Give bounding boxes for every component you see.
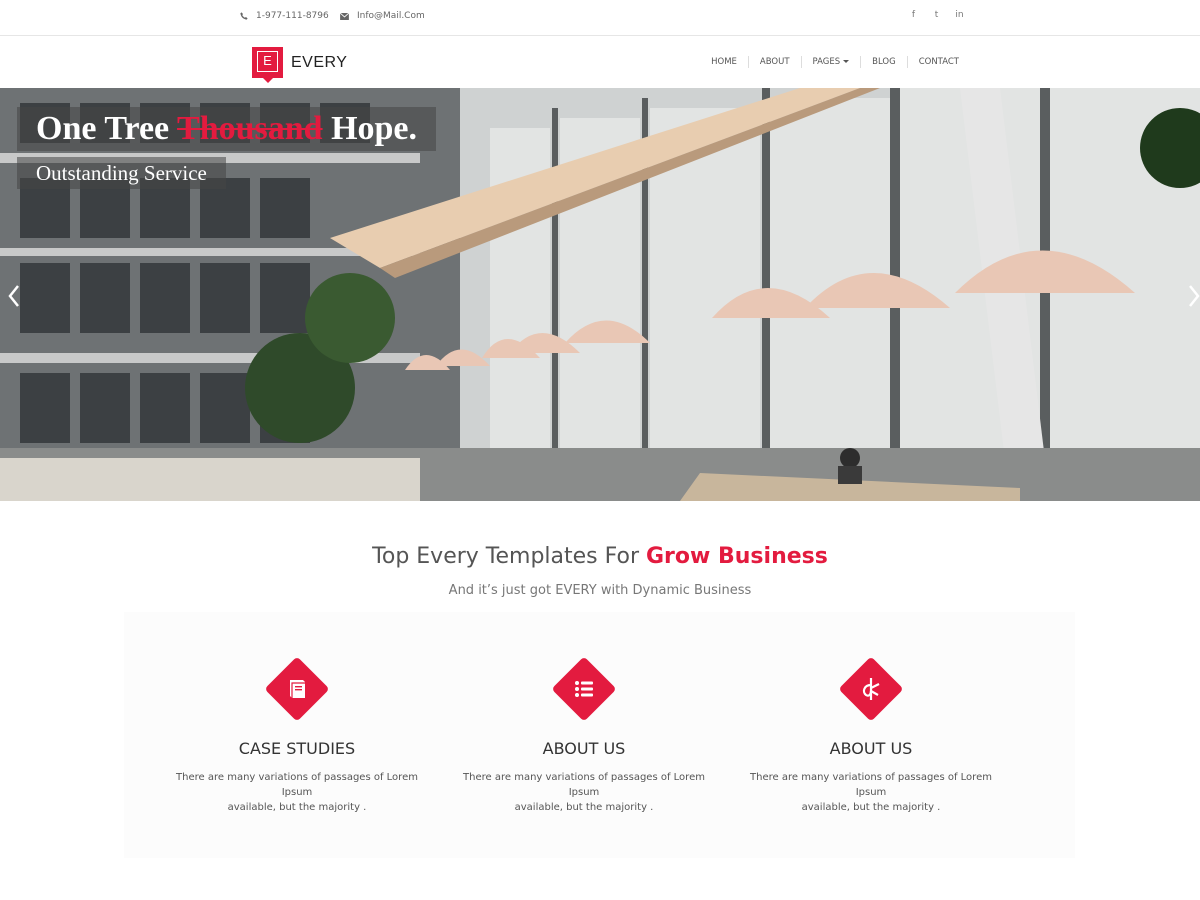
twitter-icon[interactable]: t xyxy=(932,10,941,20)
email-contact[interactable]: Info@Mail.Com xyxy=(340,11,425,21)
chevron-right-icon xyxy=(1189,285,1200,307)
list-icon xyxy=(575,681,593,697)
nav-item-pages-label: PAGES xyxy=(812,57,841,67)
feature-description: There are many variations of passages of… xyxy=(738,770,1004,815)
brand-logo[interactable]: E EVERY xyxy=(252,47,348,83)
nav-item-contact[interactable]: CONTACT xyxy=(906,56,970,68)
feature-icon-badge xyxy=(551,656,617,722)
section-title-plain: Top Every Templates For xyxy=(372,544,646,569)
feature-description: There are many variations of passages of… xyxy=(451,770,717,815)
features-section: CASE STUDIES There are many variations o… xyxy=(124,612,1075,858)
book-icon xyxy=(290,680,305,698)
main-navbar: E EVERY HOME ABOUT PAGES BLOG CONTACT xyxy=(0,37,1200,88)
feature-icon-badge xyxy=(838,656,904,722)
envelope-icon xyxy=(340,12,349,20)
section-title: Top Every Templates For Grow Business xyxy=(0,544,1200,569)
nav-item-blog[interactable]: BLOG xyxy=(860,56,907,68)
feature-description-line-2: available, but the majority . xyxy=(514,802,654,813)
social-links: f t in xyxy=(909,10,964,20)
feature-description-line-1: There are many variations of passages of… xyxy=(463,772,705,798)
nav-item-pages[interactable]: PAGES xyxy=(800,56,861,68)
feature-description-line-1: There are many variations of passages of… xyxy=(176,772,418,798)
linkedin-icon[interactable]: in xyxy=(955,10,964,20)
section-subtitle: And it’s just got EVERY with Dynamic Bus… xyxy=(448,583,752,598)
section-title-accent: Grow Business xyxy=(646,544,828,569)
opencart-icon xyxy=(862,678,880,700)
hero-title-accent: Thousand xyxy=(177,110,323,147)
email-address[interactable]: Info@Mail.Com xyxy=(357,11,425,21)
feature-description-line-1: There are many variations of passages of… xyxy=(750,772,992,798)
feature-title: ABOUT US xyxy=(542,739,626,758)
feature-description-line-2: available, but the majority . xyxy=(801,802,941,813)
brand-name: EVERY xyxy=(291,53,348,71)
feature-description-line-2: available, but the majority . xyxy=(227,802,367,813)
feature-title: CASE STUDIES xyxy=(238,739,356,758)
slider-next-button[interactable] xyxy=(1186,284,1200,308)
feature-icon-badge xyxy=(264,656,330,722)
nav-menu: HOME ABOUT PAGES BLOG CONTACT xyxy=(700,56,970,68)
phone-contact: 1-977-111-8796 xyxy=(240,11,329,21)
logo-icon: E xyxy=(252,47,283,83)
hero-title-start: One Tree xyxy=(36,110,178,147)
hero-title: One Tree Thousand Hope. xyxy=(17,107,437,151)
intro-section: Top Every Templates For Grow Business An… xyxy=(0,501,1200,611)
phone-icon xyxy=(240,12,248,20)
logo-letter: E xyxy=(257,51,278,72)
caret-down-icon xyxy=(843,60,850,63)
feature-title: ABOUT US xyxy=(829,739,913,758)
phone-number: 1-977-111-8796 xyxy=(256,11,329,21)
hero-slider: One Tree Thousand Hope. Outstanding Serv… xyxy=(0,88,1200,501)
hero-title-end: Hope. xyxy=(322,110,418,147)
hero-subtitle: Outstanding Service xyxy=(17,157,226,189)
nav-item-home[interactable]: HOME xyxy=(700,56,748,68)
top-bar: 1-977-111-8796 Info@Mail.Com f t in xyxy=(0,0,1200,36)
facebook-icon[interactable]: f xyxy=(909,10,918,20)
chevron-left-icon xyxy=(8,285,19,307)
nav-item-about[interactable]: ABOUT xyxy=(747,56,801,68)
feature-description: There are many variations of passages of… xyxy=(164,770,430,815)
slider-prev-button[interactable] xyxy=(6,284,22,308)
